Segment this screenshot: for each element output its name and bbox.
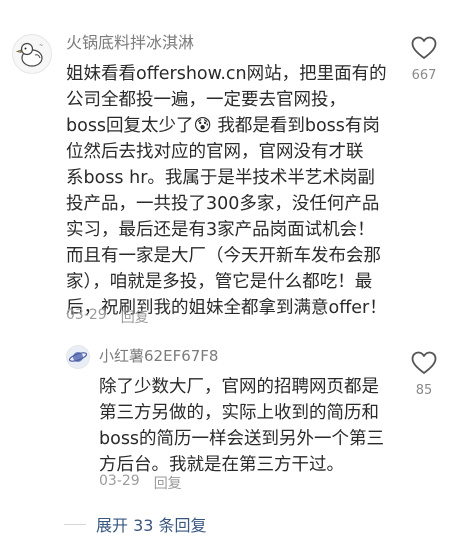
expand-replies-label[interactable]: 展开 33 条回复: [96, 512, 207, 536]
reply-reply-button[interactable]: 回复: [154, 473, 182, 493]
comment-text-line: 家），咱就是多投，管它是什么都吃！最: [66, 272, 373, 292]
heart-icon: [411, 36, 437, 59]
comment-date: 03-29: [66, 307, 107, 323]
comment-text-line: 投产品，一共投了300多家，没任何产品: [66, 194, 380, 214]
comment-text: 姐妹看看offershow.cn网站，把里面有的 公司全都投一遍，一定要去官网投…: [66, 61, 387, 321]
comment-text-line: 位然后去找对应的官网，官网没有才联: [66, 142, 364, 162]
like-button[interactable]: 667: [404, 36, 444, 83]
reply-text-line: 除了少数大厂，官网的招聘网页都是: [99, 377, 379, 397]
reply-like-count: 85: [415, 383, 433, 398]
reply-text-line: 第三方另做的，实际上收到的简历和: [99, 403, 379, 423]
reply-button[interactable]: 回复: [121, 307, 149, 327]
reply-like-button[interactable]: 85: [404, 351, 444, 398]
comment-text-line: boss回复太少了😰 我都是看到boss有岗: [66, 116, 380, 136]
reply-meta: 03-29 回复: [99, 473, 182, 493]
comment-meta: 03-29 回复: [66, 307, 149, 327]
commenter-username[interactable]: 火锅底料拌冰淇淋: [66, 33, 194, 53]
heart-icon: [411, 351, 437, 374]
comment-text-line: 系boss hr。我属于是半技术半艺术岗副: [66, 168, 375, 188]
planet-icon: [67, 346, 89, 368]
svg-text:~: ~: [39, 43, 43, 49]
goose-icon: ~: [13, 35, 51, 73]
expand-divider: [64, 523, 86, 525]
reply-text: 除了少数大厂，官网的招聘网页都是 第三方另做的，实际上收到的简历和 boss的简…: [99, 374, 384, 478]
reply-text-line: boss的简历一样会送到另外一个第三: [99, 429, 385, 449]
comment-text-line: 姐妹看看offershow.cn网站，把里面有的: [66, 64, 387, 84]
expand-replies[interactable]: 展开 33 条回复: [64, 512, 207, 536]
like-count: 667: [411, 68, 437, 83]
replier-username[interactable]: 小红薯62EF67F8: [99, 346, 218, 366]
comment-text-line: 实习，最后还是有3家产品岗面试机会！: [66, 220, 375, 240]
replier-avatar[interactable]: [66, 345, 90, 369]
reply-date: 03-29: [99, 473, 140, 489]
comment-text-line: 而且有一家是大厂（今天开新车发布会那: [66, 246, 381, 266]
comment-text-line: 公司全都投一遍，一定要去官网投，: [66, 90, 346, 110]
commenter-avatar[interactable]: ~: [12, 34, 52, 74]
